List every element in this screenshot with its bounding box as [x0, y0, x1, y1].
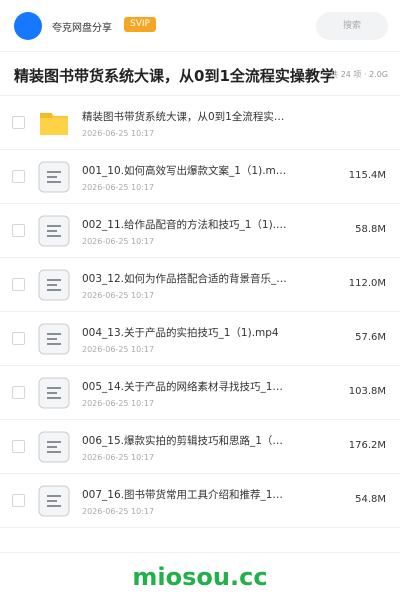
file-date: 2026-06-25 10:17	[82, 183, 155, 192]
file-size: 54.8M	[355, 494, 386, 505]
file-size: 115.4M	[348, 170, 386, 181]
file-name: 精装图书带货系统大课，从0到1全流程实操教学	[82, 111, 288, 123]
checkbox[interactable]	[12, 224, 25, 237]
file-list: 精装图书带货系统大课，从0到1全流程实操教学 2026-06-25 10:17 …	[0, 96, 400, 528]
file-size: 57.6M	[355, 332, 386, 343]
folder-meta: 共 24 项 · 2.0G	[330, 70, 388, 79]
list-item[interactable]: 004_13.关于产品的实拍技巧_1（1).mp4 2026-06-25 10:…	[0, 312, 400, 366]
search-placeholder: 搜索	[342, 21, 361, 31]
list-item-folder[interactable]: 精装图书带货系统大课，从0到1全流程实操教学 2026-06-25 10:17	[0, 96, 400, 150]
file-name: 002_11.给作品配音的方法和技巧_1（1).mp4	[82, 219, 288, 231]
avatar[interactable]	[14, 12, 42, 40]
file-name: 001_10.如何高效写出爆款文案_1（1).mp4	[82, 165, 288, 177]
file-date: 2026-06-25 10:17	[82, 129, 155, 138]
checkbox[interactable]	[12, 494, 25, 507]
file-date: 2026-06-25 10:17	[82, 399, 155, 408]
file-icon	[38, 431, 70, 463]
file-name: 006_15.爆款实拍的剪辑技巧和思路_1（1).mp4	[82, 435, 288, 447]
file-date: 2026-06-25 10:17	[82, 345, 155, 354]
file-size: 103.8M	[348, 386, 386, 397]
folder-icon	[40, 113, 68, 135]
file-icon	[38, 377, 70, 409]
checkbox[interactable]	[12, 332, 25, 345]
file-icon	[38, 485, 70, 517]
svip-badge: SVIP	[124, 17, 156, 32]
file-size: 176.2M	[348, 440, 386, 451]
list-item[interactable]: 006_15.爆款实拍的剪辑技巧和思路_1（1).mp4 2026-06-25 …	[0, 420, 400, 474]
checkbox[interactable]	[12, 116, 25, 129]
watermark: miosou.cc	[132, 563, 268, 591]
file-icon	[38, 269, 70, 301]
file-icon	[38, 161, 70, 193]
footer: miosou.cc	[0, 552, 400, 600]
file-date: 2026-06-25 10:17	[82, 291, 155, 300]
file-size: 58.8M	[355, 224, 386, 235]
page-title: 精装图书带货系统大课，从0到1全流程实操教学	[14, 67, 335, 85]
checkbox[interactable]	[12, 170, 25, 183]
file-name: 003_12.如何为作品搭配合适的背景音乐_1（1).mp4	[82, 273, 288, 285]
file-date: 2026-06-25 10:17	[82, 237, 155, 246]
list-item[interactable]: 003_12.如何为作品搭配合适的背景音乐_1（1).mp4 2026-06-2…	[0, 258, 400, 312]
top-bar: 夸克网盘分享 SVIP 搜索	[0, 0, 400, 52]
checkbox[interactable]	[12, 386, 25, 399]
file-icon	[38, 215, 70, 247]
file-date: 2026-06-25 10:17	[82, 453, 155, 462]
list-item[interactable]: 005_14.关于产品的网络素材寻找技巧_1（1).mp4 2026-06-25…	[0, 366, 400, 420]
list-item[interactable]: 002_11.给作品配音的方法和技巧_1（1).mp4 2026-06-25 1…	[0, 204, 400, 258]
checkbox[interactable]	[12, 440, 25, 453]
file-size: 112.0M	[348, 278, 386, 289]
file-name: 005_14.关于产品的网络素材寻找技巧_1（1).mp4	[82, 381, 288, 393]
checkbox[interactable]	[12, 278, 25, 291]
folder-header: 精装图书带货系统大课，从0到1全流程实操教学 共 24 项 · 2.0G	[0, 52, 400, 96]
file-date: 2026-06-25 10:17	[82, 507, 155, 516]
file-name: 007_16.图书带货常用工具介绍和推荐_1（1).mp4	[82, 489, 288, 501]
search-input[interactable]: 搜索	[316, 12, 388, 40]
file-icon	[38, 323, 70, 355]
sharer-name: 夸克网盘分享	[52, 23, 112, 34]
file-name: 004_13.关于产品的实拍技巧_1（1).mp4	[82, 327, 279, 339]
list-item[interactable]: 007_16.图书带货常用工具介绍和推荐_1（1).mp4 2026-06-25…	[0, 474, 400, 528]
list-item[interactable]: 001_10.如何高效写出爆款文案_1（1).mp4 2026-06-25 10…	[0, 150, 400, 204]
